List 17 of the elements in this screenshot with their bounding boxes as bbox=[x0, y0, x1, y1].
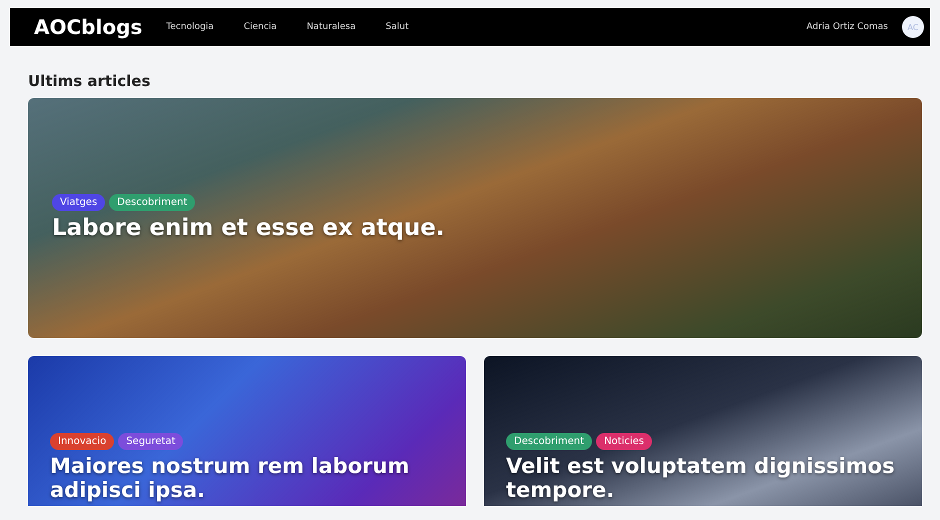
article-title[interactable]: Velit est voluptatem dignissimos tempore. bbox=[506, 454, 900, 502]
nav-link[interactable]: Naturalesa bbox=[306, 22, 356, 32]
nav-link[interactable]: Ciencia bbox=[244, 22, 277, 32]
article-card[interactable]: Descobriment Noticies Velit est voluptatem dignissimos tempore. bbox=[484, 356, 922, 506]
category-tag[interactable]: Innovacio bbox=[50, 432, 114, 450]
category-tag[interactable]: Viatges bbox=[52, 194, 106, 212]
user-name[interactable]: Adria Ortiz Comas bbox=[806, 22, 888, 32]
category-tag[interactable]: Seguretat bbox=[118, 432, 184, 450]
article-title[interactable]: Maiores nostrum rem laborum adipisci ipsa. bbox=[50, 454, 444, 502]
nav-link[interactable]: Salut bbox=[386, 22, 409, 32]
category-tag[interactable]: Noticies bbox=[596, 432, 652, 450]
featured-article-card[interactable]: Viatges Descobriment Labore enim et esse ex atque. bbox=[28, 98, 922, 338]
article-card[interactable]: Innovacio Seguretat Maiores nostrum rem laborum adipisci ipsa. bbox=[28, 356, 466, 506]
section-title: Ultims articles bbox=[28, 72, 152, 90]
nav-link[interactable]: Tecnologia bbox=[166, 22, 214, 32]
article-title[interactable]: Labore enim et esse ex atque. bbox=[52, 215, 898, 242]
logo[interactable]: AOCblogs bbox=[34, 15, 142, 39]
